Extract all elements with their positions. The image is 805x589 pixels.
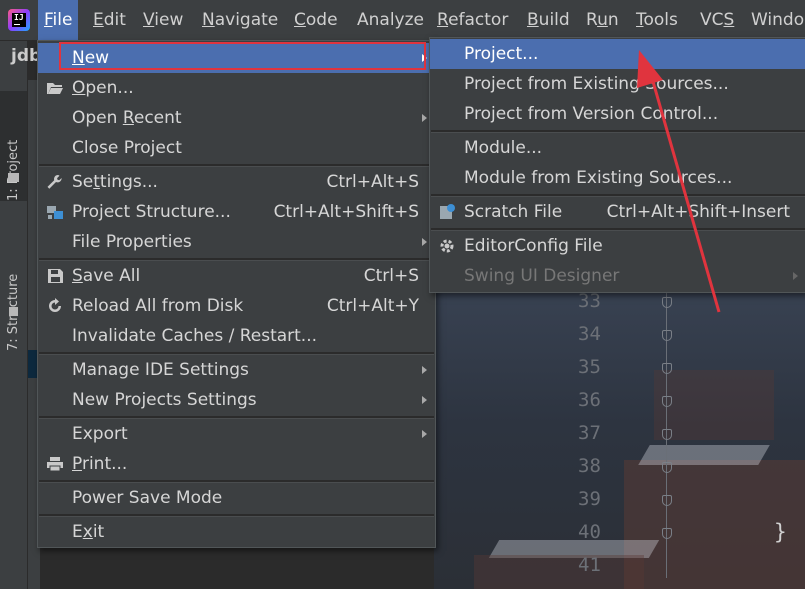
fold-marker[interactable] [662, 297, 672, 308]
fold-marker[interactable] [662, 429, 672, 440]
menu-item-invalidate-caches[interactable]: Invalidate Caches / Restart... [38, 321, 435, 351]
menu-item-power-save-mode[interactable]: Power Save Mode [38, 483, 435, 513]
menu-build[interactable]: Build [521, 0, 576, 40]
menu-item-open[interactable]: Open... [38, 73, 435, 103]
line-number: 36 [578, 389, 601, 411]
submenu-item-swing-ui-designer: Swing UI Designer [430, 261, 805, 291]
menu-item-reload-all[interactable]: Reload All from Disk Ctrl+Alt+Y [38, 291, 435, 321]
line-number: 33 [578, 290, 601, 312]
submenu-item-module-from-existing-sources[interactable]: Module from Existing Sources... [430, 163, 805, 193]
menu-vcs[interactable]: VCS [694, 0, 740, 40]
submenu-arrow-icon [422, 396, 427, 404]
submenu-arrow-icon [422, 430, 427, 438]
fold-marker[interactable] [662, 330, 672, 341]
submenu-item-project[interactable]: Project... [430, 39, 805, 69]
project-tool-tab[interactable]: 1: Project [0, 91, 27, 201]
tool-window-strip: 1: Project 7: Structure [0, 41, 28, 589]
submenu-item-module[interactable]: Module... [430, 133, 805, 163]
folder-open-icon [47, 83, 63, 94]
fold-marker[interactable] [662, 363, 672, 374]
submenu-arrow-icon [422, 54, 427, 62]
fold-marker[interactable] [662, 396, 672, 407]
code-closing-brace: } [774, 520, 787, 544]
structure-tool-tab[interactable]: 7: Structure [0, 211, 27, 351]
line-number: 39 [578, 488, 601, 510]
line-number: 41 [578, 554, 601, 576]
menu-view[interactable]: View [137, 0, 189, 40]
menu-item-save-all[interactable]: Save All Ctrl+S [38, 261, 435, 291]
line-number: 37 [578, 422, 601, 444]
print-icon [47, 457, 63, 472]
line-number: 34 [578, 323, 601, 345]
menu-analyze[interactable]: Analyze [351, 0, 430, 40]
submenu-arrow-icon [793, 272, 798, 280]
line-number: 35 [578, 356, 601, 378]
save-icon [48, 269, 63, 283]
line-number: 40 [578, 521, 601, 543]
submenu-item-project-from-existing-sources[interactable]: Project from Existing Sources... [430, 69, 805, 99]
project-structure-icon [47, 206, 63, 219]
new-submenu: Project... Project from Existing Sources… [429, 37, 805, 293]
submenu-item-scratch-file[interactable]: Scratch File Ctrl+Alt+Shift+Insert [430, 197, 805, 227]
intellij-logo-icon[interactable]: IJ [8, 9, 30, 31]
menu-item-new[interactable]: New [38, 43, 435, 73]
structure-icon [9, 307, 18, 316]
menu-code[interactable]: Code [288, 0, 344, 40]
fold-marker[interactable] [662, 528, 672, 539]
menu-tools[interactable]: Tools [630, 0, 684, 40]
submenu-arrow-icon [422, 114, 427, 122]
menu-item-open-recent[interactable]: Open Recent [38, 103, 435, 133]
line-number: 38 [578, 455, 601, 477]
menu-item-print[interactable]: Print... [38, 449, 435, 479]
menu-item-file-properties[interactable]: File Properties [38, 227, 435, 257]
menu-item-exit[interactable]: Exit [38, 517, 435, 547]
menu-refactor[interactable]: Refactor [431, 0, 514, 40]
menu-item-export[interactable]: Export [38, 419, 435, 449]
menu-item-settings[interactable]: Settings... Ctrl+Alt+S [38, 167, 435, 197]
project-tool-tab-label: 1: Project [6, 139, 21, 201]
menu-item-new-projects-settings[interactable]: New Projects Settings [38, 385, 435, 415]
editor-gutter: 33 34 35 36 37 38 39 40 41 [578, 278, 698, 589]
menu-bar: IJ File Edit View Navigate Code Analyze … [0, 0, 805, 41]
fold-marker[interactable] [662, 462, 672, 473]
menu-item-manage-ide-settings[interactable]: Manage IDE Settings [38, 355, 435, 385]
menu-window[interactable]: Windo [745, 0, 805, 40]
reload-icon [49, 298, 61, 312]
scratch-file-icon [440, 204, 455, 219]
submenu-item-editorconfig-file[interactable]: EditorConfig File [430, 231, 805, 261]
wrench-icon [47, 175, 62, 189]
menu-item-project-structure[interactable]: Project Structure... Ctrl+Alt+Shift+S [38, 197, 435, 227]
folder-icon [8, 173, 19, 182]
gear-icon [440, 239, 454, 253]
menu-edit[interactable]: Edit [87, 0, 132, 40]
submenu-item-project-from-vcs[interactable]: Project from Version Control... [430, 99, 805, 129]
menu-navigate[interactable]: Navigate [196, 0, 284, 40]
file-menu: New Open... Open Recent Close Project Se… [37, 40, 436, 548]
fold-marker[interactable] [662, 495, 672, 506]
menu-run[interactable]: Run [580, 0, 625, 40]
submenu-arrow-icon [422, 366, 427, 374]
menu-file[interactable]: File [38, 0, 79, 40]
submenu-arrow-icon [422, 238, 427, 246]
menu-item-close-project[interactable]: Close Project [38, 133, 435, 163]
